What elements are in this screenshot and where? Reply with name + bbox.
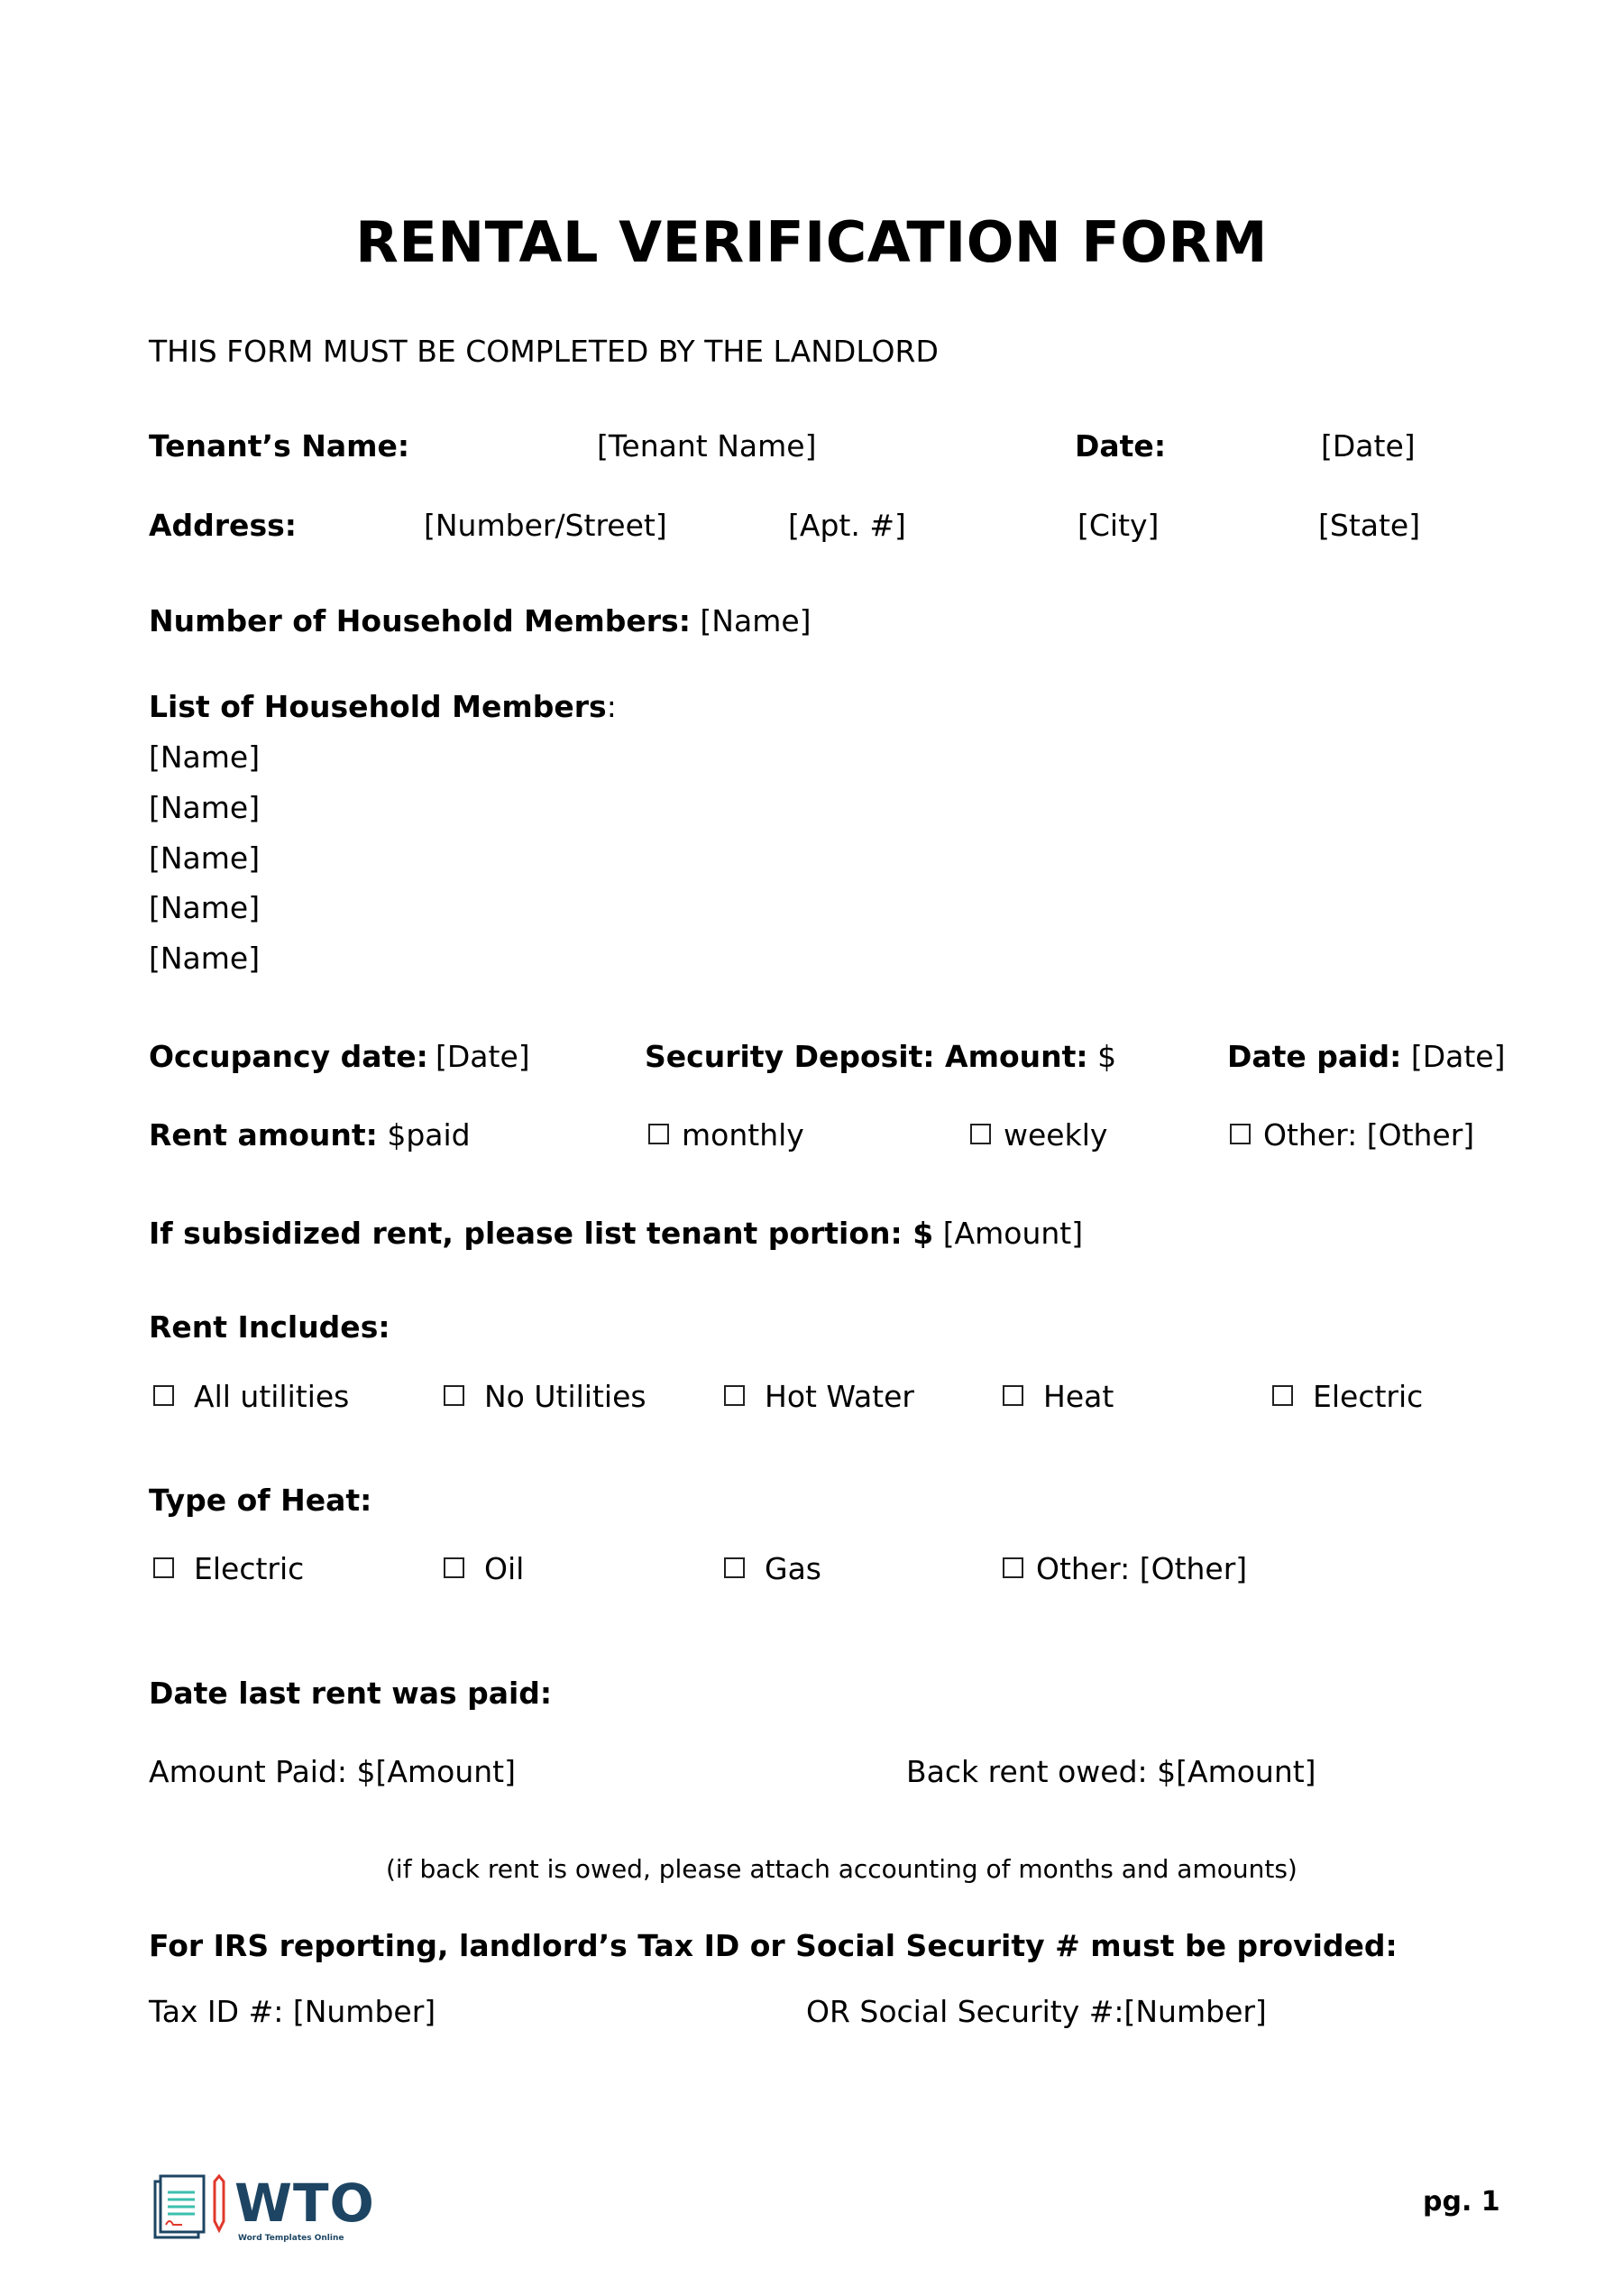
household-member[interactable]: [Name]	[149, 793, 260, 822]
wto-logo: WTO Word Templates Online	[151, 2169, 374, 2250]
rent-includes-heat[interactable]: Heat	[1003, 1382, 1114, 1411]
address-street-field[interactable]: [Number/Street]	[424, 510, 667, 540]
household-list-colon: :	[606, 689, 617, 724]
tenant-name-field[interactable]: [Tenant Name]	[597, 431, 816, 461]
amount-paid-field[interactable]: Amount Paid: $[Amount]	[149, 1757, 516, 1786]
address-city-field[interactable]: [City]	[1077, 510, 1159, 540]
irs-label: For IRS reporting, landlord’s Tax ID or …	[149, 1928, 1398, 1963]
rent-includes-no-utilities[interactable]: No Utilities	[444, 1382, 646, 1411]
date-label: Date:	[1075, 428, 1167, 464]
checkbox-icon[interactable]	[648, 1124, 669, 1144]
option-label: Other: [Other]	[1036, 1551, 1248, 1586]
household-member[interactable]: [Name]	[149, 843, 260, 873]
address-state-field[interactable]: [State]	[1318, 510, 1420, 540]
page-number: pg. 1	[1423, 2186, 1500, 2218]
subsidized-rent: If subsidized rent, please list tenant p…	[149, 1218, 1083, 1248]
subtitle: THIS FORM MUST BE COMPLETED BY THE LANDL…	[149, 334, 939, 369]
household-count-label: Number of Household Members:	[149, 603, 691, 638]
household-list-heading: List of Household Members:	[149, 692, 617, 721]
back-rent-note: (if back rent is owed, please attach acc…	[386, 1854, 1297, 1884]
logo-wordmark: WTO	[234, 2172, 375, 2234]
tenant-name-label: Tenant’s Name:	[149, 428, 410, 464]
subsidized-rent-field[interactable]: [Amount]	[943, 1216, 1083, 1251]
heat-type-gas[interactable]: Gas	[724, 1554, 821, 1584]
checkbox-icon[interactable]	[444, 1385, 464, 1406]
option-label: Heat	[1043, 1379, 1114, 1414]
option-label: Electric	[194, 1551, 305, 1586]
rent-includes-electric[interactable]: Electric	[1272, 1382, 1423, 1411]
rent-amount-label: Rent amount:	[149, 1117, 378, 1153]
option-label: Oil	[484, 1551, 525, 1586]
date-paid: Date paid: [Date]	[1227, 1042, 1505, 1071]
checkbox-icon[interactable]	[444, 1557, 464, 1578]
household-count-field[interactable]: [Name]	[700, 603, 811, 638]
logo-tagline: Word Templates Online	[238, 2234, 344, 2243]
option-label: All utilities	[194, 1379, 350, 1414]
household-member[interactable]: [Name]	[149, 742, 260, 772]
rent-option-other[interactable]: Other: [Other]	[1230, 1120, 1474, 1150]
tax-id-field[interactable]: Tax ID #: [Number]	[149, 1997, 436, 2026]
checkbox-icon[interactable]	[153, 1557, 174, 1578]
checkbox-icon[interactable]	[970, 1124, 991, 1144]
rent-option-monthly[interactable]: monthly	[648, 1120, 804, 1150]
rent-includes-all-utilities[interactable]: All utilities	[153, 1382, 349, 1411]
checkbox-icon[interactable]	[153, 1385, 174, 1406]
rent-option-weekly[interactable]: weekly	[970, 1120, 1107, 1150]
last-rent-label: Date last rent was paid:	[149, 1676, 553, 1711]
ssn-field[interactable]: OR Social Security #:[Number]	[806, 1997, 1267, 2026]
date-paid-field[interactable]: [Date]	[1411, 1039, 1506, 1074]
checkbox-icon[interactable]	[1272, 1385, 1293, 1406]
date-paid-label: Date paid:	[1227, 1039, 1402, 1074]
household-list-label: List of Household Members	[149, 689, 607, 724]
rent-amount-field[interactable]: $paid	[387, 1117, 470, 1153]
occupancy-date-label: Occupancy date:	[149, 1039, 428, 1074]
checkbox-icon[interactable]	[1003, 1385, 1023, 1406]
checkbox-icon[interactable]	[724, 1557, 745, 1578]
option-label: weekly	[1004, 1117, 1108, 1153]
address-apt-field[interactable]: [Apt. #]	[788, 510, 906, 540]
household-count: Number of Household Members: [Name]	[149, 606, 812, 636]
security-deposit: Security Deposit: Amount: $	[645, 1042, 1116, 1071]
option-label: Gas	[765, 1551, 821, 1586]
security-deposit-field[interactable]: $	[1097, 1039, 1116, 1074]
checkbox-icon[interactable]	[1003, 1557, 1023, 1578]
subsidized-rent-label: If subsidized rent, please list tenant p…	[149, 1216, 934, 1251]
option-label: Hot Water	[765, 1379, 914, 1414]
page-title: RENTAL VERIFICATION FORM	[355, 209, 1268, 275]
option-label: Other: [Other]	[1263, 1117, 1475, 1153]
rent-includes-hot-water[interactable]: Hot Water	[724, 1382, 914, 1411]
household-member[interactable]: [Name]	[149, 893, 260, 923]
address-label: Address:	[149, 508, 297, 543]
checkbox-icon[interactable]	[1230, 1124, 1251, 1144]
date-field[interactable]: [Date]	[1321, 431, 1416, 461]
security-deposit-label: Security Deposit: Amount:	[645, 1039, 1088, 1074]
option-label: Electric	[1313, 1379, 1424, 1414]
option-label: No Utilities	[484, 1379, 646, 1414]
rent-amount: Rent amount: $paid	[149, 1120, 471, 1150]
heat-type-label: Type of Heat:	[149, 1483, 372, 1518]
occupancy-date-field[interactable]: [Date]	[436, 1042, 530, 1071]
rent-includes-label: Rent Includes:	[149, 1309, 390, 1345]
checkbox-icon[interactable]	[724, 1385, 745, 1406]
heat-type-electric[interactable]: Electric	[153, 1554, 304, 1584]
heat-type-other[interactable]: Other: [Other]	[1003, 1554, 1247, 1584]
heat-type-oil[interactable]: Oil	[444, 1554, 524, 1584]
option-label: monthly	[682, 1117, 804, 1153]
household-member[interactable]: [Name]	[149, 943, 260, 973]
back-rent-field[interactable]: Back rent owed: $[Amount]	[906, 1757, 1316, 1786]
